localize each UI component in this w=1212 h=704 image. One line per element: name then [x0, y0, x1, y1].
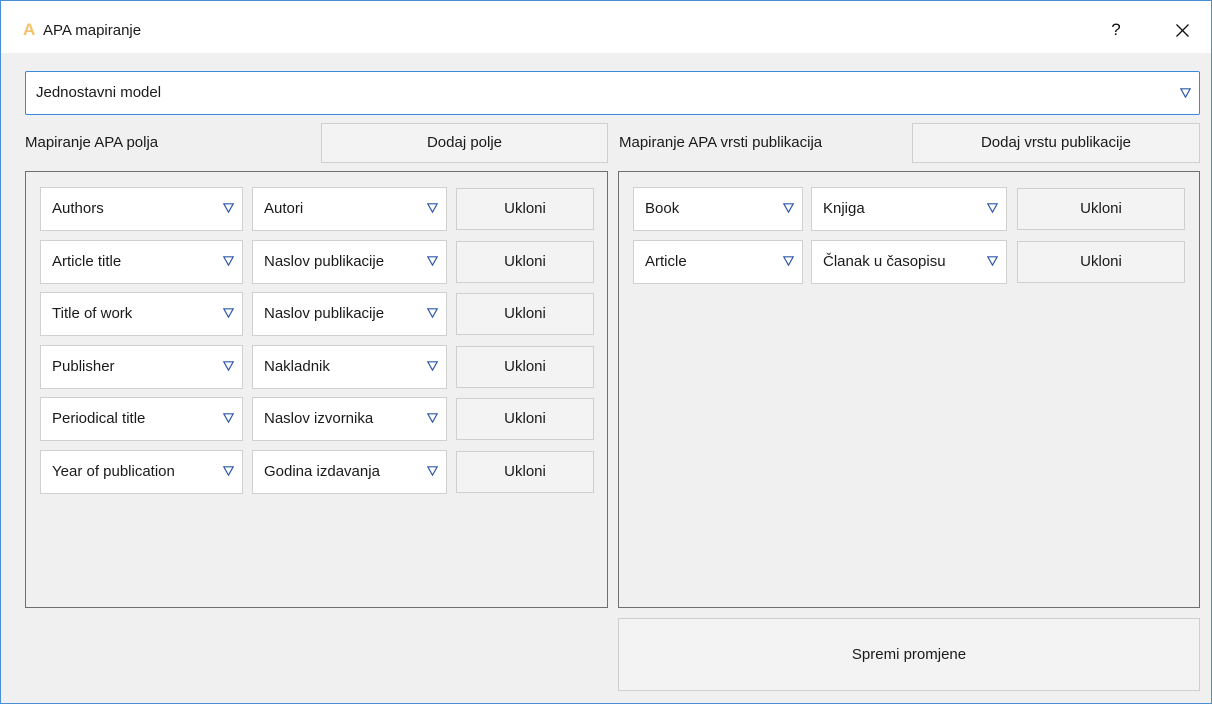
source-value: Periodical title	[52, 410, 146, 427]
model-select-value: Jednostavni model	[36, 84, 162, 101]
chevron-down-icon	[223, 308, 234, 318]
field-row-remove-button[interactable]: Ukloni	[456, 293, 594, 335]
chevron-down-icon	[427, 308, 438, 318]
chevron-down-icon	[223, 465, 234, 476]
app-logo-icon: A	[23, 20, 36, 39]
target-value: Članak u časopisu	[823, 252, 946, 270]
source-value: Book	[645, 200, 680, 217]
field-row-target-select[interactable]: Nakladnik	[252, 344, 447, 389]
field-row-target-select[interactable]: Naslov izvornika	[252, 397, 447, 441]
title-bar: A APA mapiranje ?	[1, 1, 1211, 53]
source-value: Year of publication	[52, 462, 175, 480]
field-row-source-select[interactable]: Publisher	[40, 344, 243, 389]
target-value: Naslov izvornika	[264, 410, 374, 427]
fields-section-label: Mapiranje APA polja	[25, 134, 159, 151]
field-row-remove-button[interactable]: Ukloni	[456, 398, 594, 440]
save-changes-button[interactable]: Spremi promjene	[618, 618, 1200, 691]
types-section-label: Mapiranje APA vrsti publikacija	[619, 134, 823, 151]
type-row-target-select[interactable]: Članak u časopisu	[811, 239, 1007, 284]
source-value: Article	[645, 252, 687, 270]
add-field-button[interactable]: Dodaj polje	[321, 123, 608, 163]
chevron-down-icon	[427, 413, 438, 423]
chevron-down-icon	[783, 255, 794, 266]
dialog-window: A APA mapiranje ? Jednostavni model Mapi…	[0, 0, 1212, 704]
type-row-source-select[interactable]: Article	[633, 239, 803, 284]
source-value: Authors	[52, 200, 104, 217]
type-row-remove-button[interactable]: Ukloni	[1017, 240, 1185, 283]
chevron-down-icon	[427, 465, 438, 476]
field-row-remove-button[interactable]: Ukloni	[456, 450, 594, 493]
add-publication-type-button[interactable]: Dodaj vrstu publikacije	[912, 123, 1200, 163]
field-row-source-select[interactable]: Title of work	[40, 292, 243, 336]
field-row-source-select[interactable]: Year of publication	[40, 449, 243, 494]
type-row-source-select[interactable]: Book	[633, 187, 803, 231]
chevron-down-icon	[223, 203, 234, 213]
target-value: Godina izdavanja	[264, 462, 380, 480]
types-mapping-panel: Book Knjiga Ukloni Article Članak u časopisu…	[618, 171, 1200, 608]
window-title: APA mapiranje	[43, 22, 142, 39]
target-value: Naslov publikacije	[264, 252, 385, 270]
field-row-target-select[interactable]: Naslov publikacije	[252, 239, 447, 284]
model-select[interactable]: Jednostavni model	[25, 71, 1200, 115]
field-row-source-select[interactable]: Periodical title	[40, 397, 243, 441]
fields-mapping-panel: Authors Autori Ukloni Article title Naslov p…	[25, 171, 608, 608]
close-button[interactable]	[1167, 15, 1197, 45]
target-value: Knjiga	[823, 200, 865, 217]
field-row-remove-button[interactable]: Ukloni	[456, 240, 594, 283]
field-row-target-select[interactable]: Godina izdavanja	[252, 449, 447, 494]
chevron-down-icon	[223, 360, 234, 371]
help-button[interactable]: ?	[1101, 15, 1131, 45]
type-row-remove-button[interactable]: Ukloni	[1017, 188, 1185, 230]
chevron-down-icon	[427, 360, 438, 371]
field-row-source-select[interactable]: Authors	[40, 187, 243, 231]
close-icon	[1175, 24, 1189, 37]
target-value: Naslov publikacije	[264, 305, 385, 322]
chevron-down-icon	[223, 255, 234, 266]
chevron-down-icon	[427, 255, 438, 266]
field-row-source-select[interactable]: Article title	[40, 239, 243, 284]
source-value: Article title	[52, 252, 122, 270]
chevron-down-icon	[987, 255, 998, 266]
field-row-target-select[interactable]: Autori	[252, 187, 447, 231]
type-row-target-select[interactable]: Knjiga	[811, 187, 1007, 231]
chevron-down-icon	[427, 203, 438, 213]
target-value: Nakladnik	[264, 357, 330, 375]
chevron-down-icon	[223, 413, 234, 423]
chevron-down-icon	[783, 203, 794, 213]
source-value: Title of work	[52, 305, 133, 322]
source-value: Publisher	[52, 357, 115, 375]
chevron-down-icon	[987, 203, 998, 213]
field-row-target-select[interactable]: Naslov publikacije	[252, 292, 447, 336]
field-row-remove-button[interactable]: Ukloni	[456, 345, 594, 388]
field-row-remove-button[interactable]: Ukloni	[456, 188, 594, 230]
chevron-down-icon	[1180, 88, 1191, 98]
target-value: Autori	[264, 200, 304, 217]
